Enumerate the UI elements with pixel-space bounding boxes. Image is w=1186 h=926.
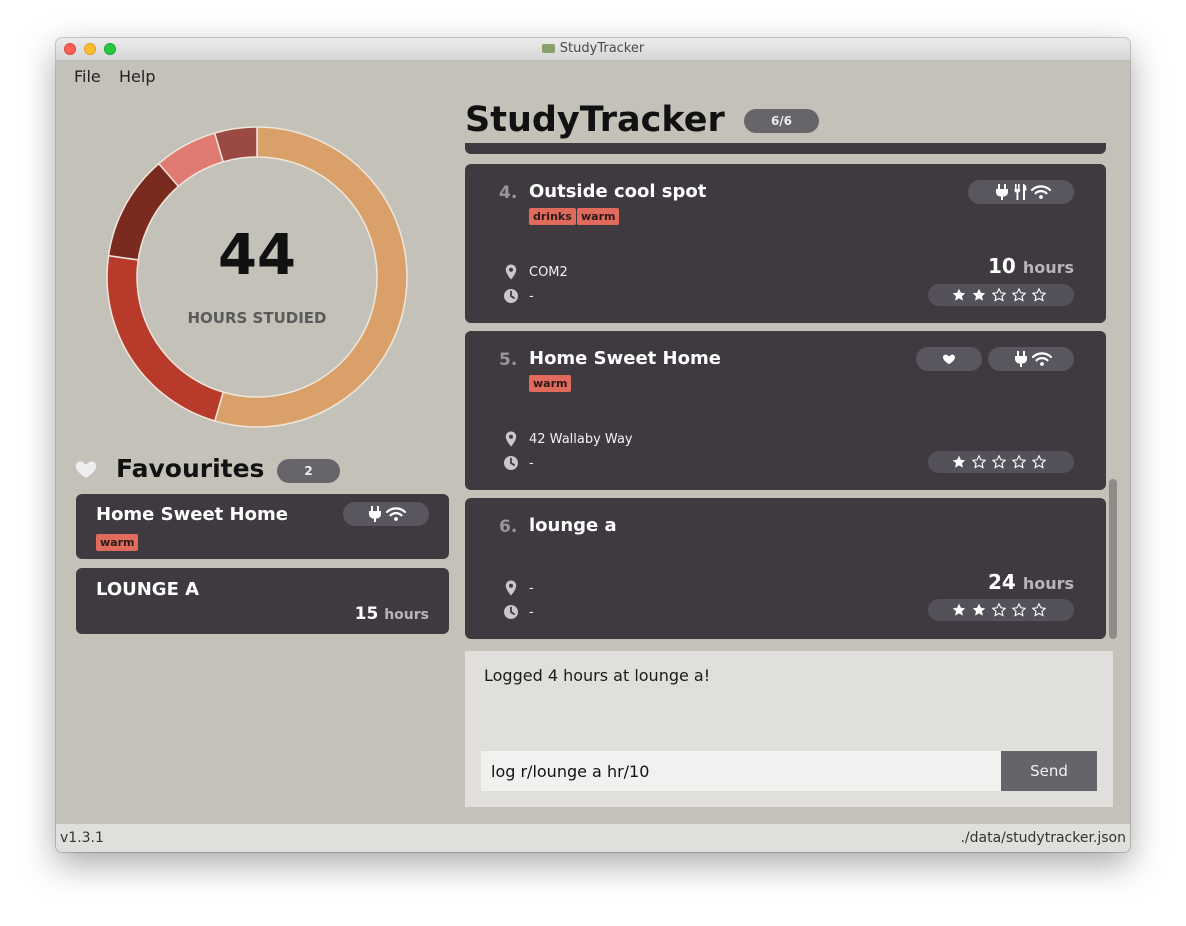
plug-icon — [369, 506, 381, 522]
location-address: COM2 — [529, 265, 568, 280]
clock-icon — [504, 289, 518, 303]
star-filled-icon — [972, 603, 986, 616]
version-label: v1.3.1 — [60, 830, 104, 846]
hours-unit: hours — [384, 607, 429, 623]
star-rating — [928, 451, 1074, 473]
favourites-title: Favourites — [116, 454, 265, 483]
favourite-card[interactable]: Home Sweet Home warm — [76, 494, 449, 559]
clock-icon — [504, 605, 518, 619]
location-card[interactable]: 6. lounge a - - 24 hours — [465, 498, 1106, 639]
star-filled-icon — [952, 288, 966, 301]
heart-icon — [943, 354, 955, 365]
amenities-pill — [968, 180, 1074, 204]
favourite-pill[interactable] — [916, 347, 982, 371]
window-title: StudyTracker — [56, 41, 1130, 56]
wifi-icon — [1031, 185, 1051, 199]
location-card[interactable]: 5. Home Sweet Home warm 42 Wallaby Way - — [465, 331, 1106, 490]
location-name: Home Sweet Home — [529, 348, 721, 369]
window-title-text: StudyTracker — [559, 41, 645, 56]
star-empty-icon — [1012, 603, 1026, 617]
location-list: 4. Outside cool spot drinks warm COM2 - … — [465, 143, 1106, 639]
favourite-card[interactable]: LOUNGE A 15 hours — [76, 568, 449, 634]
star-empty-icon — [1032, 603, 1046, 617]
star-rating — [928, 284, 1074, 306]
menu-file[interactable]: File — [74, 67, 101, 86]
favourites-count-badge: 2 — [277, 459, 340, 483]
location-pin-icon — [505, 431, 517, 447]
location-count-badge: 6/6 — [744, 109, 819, 133]
location-hours: 10 hours — [988, 254, 1074, 278]
star-filled-icon — [952, 455, 966, 468]
result-message: Logged 4 hours at lounge a! — [484, 666, 711, 685]
favourite-hours: 15 hours — [355, 604, 429, 624]
star-empty-icon — [992, 455, 1006, 469]
star-empty-icon — [1032, 288, 1046, 302]
total-hours-label: HOURS STUDIED — [187, 309, 327, 327]
plug-icon — [996, 184, 1008, 200]
location-index: 4. — [499, 183, 518, 203]
star-empty-icon — [1012, 288, 1026, 302]
page-title: StudyTracker — [465, 100, 725, 140]
command-input[interactable] — [481, 751, 1001, 791]
location-index: 6. — [499, 517, 518, 537]
tag-badge: drinks — [529, 208, 576, 225]
location-time: - — [529, 289, 534, 304]
tag-badge: warm — [577, 208, 620, 225]
star-filled-icon — [952, 603, 966, 616]
location-address: - — [529, 581, 534, 596]
location-card-partial[interactable] — [465, 143, 1106, 154]
hours-unit: hours — [1022, 574, 1074, 593]
favourite-name: Home Sweet Home — [96, 504, 288, 525]
amenities-pill — [343, 502, 429, 526]
wifi-icon — [386, 507, 406, 521]
send-button[interactable]: Send — [1001, 751, 1097, 791]
star-rating — [928, 599, 1074, 621]
hours-value: 24 — [988, 570, 1016, 594]
status-bar: v1.3.1 ./data/studytracker.json — [56, 824, 1130, 852]
star-empty-icon — [1032, 455, 1046, 469]
food-icon — [1014, 184, 1027, 200]
clock-icon — [504, 456, 518, 470]
location-time: - — [529, 456, 534, 471]
wifi-icon — [1032, 352, 1052, 366]
menu-help[interactable]: Help — [119, 67, 155, 86]
hours-unit: hours — [1022, 258, 1074, 277]
tag-badge: warm — [96, 534, 139, 551]
amenities-pill — [988, 347, 1074, 371]
star-empty-icon — [1012, 455, 1026, 469]
star-empty-icon — [992, 603, 1006, 617]
location-pin-icon — [505, 580, 517, 596]
heart-icon — [75, 461, 97, 478]
menu-bar: File Help — [56, 61, 1130, 91]
location-address: 42 Wallaby Way — [529, 432, 633, 447]
hours-value: 15 — [354, 604, 379, 624]
plug-icon — [1015, 351, 1027, 367]
favourite-name: LOUNGE A — [96, 579, 200, 600]
location-name: lounge a — [529, 515, 617, 536]
location-hours: 24 hours — [988, 570, 1074, 594]
star-filled-icon — [972, 288, 986, 301]
location-time: - — [529, 605, 534, 620]
location-index: 5. — [499, 350, 518, 370]
star-empty-icon — [972, 455, 986, 469]
app-icon — [541, 44, 555, 53]
data-file-path: ./data/studytracker.json — [960, 830, 1126, 846]
location-card[interactable]: 4. Outside cool spot drinks warm COM2 - … — [465, 164, 1106, 323]
hours-value: 10 — [988, 254, 1016, 278]
tag-badge: warm — [529, 375, 572, 392]
location-pin-icon — [505, 264, 517, 280]
title-bar: StudyTracker — [56, 38, 1130, 61]
total-hours: 44 — [218, 223, 296, 288]
donut-segment — [213, 126, 258, 163]
app-window: StudyTracker File Help 44 HOURS STUDIED … — [56, 38, 1130, 852]
star-empty-icon — [992, 288, 1006, 302]
list-scrollbar[interactable] — [1109, 479, 1117, 639]
command-panel: Logged 4 hours at lounge a! Send — [465, 651, 1113, 807]
location-name: Outside cool spot — [529, 181, 707, 202]
